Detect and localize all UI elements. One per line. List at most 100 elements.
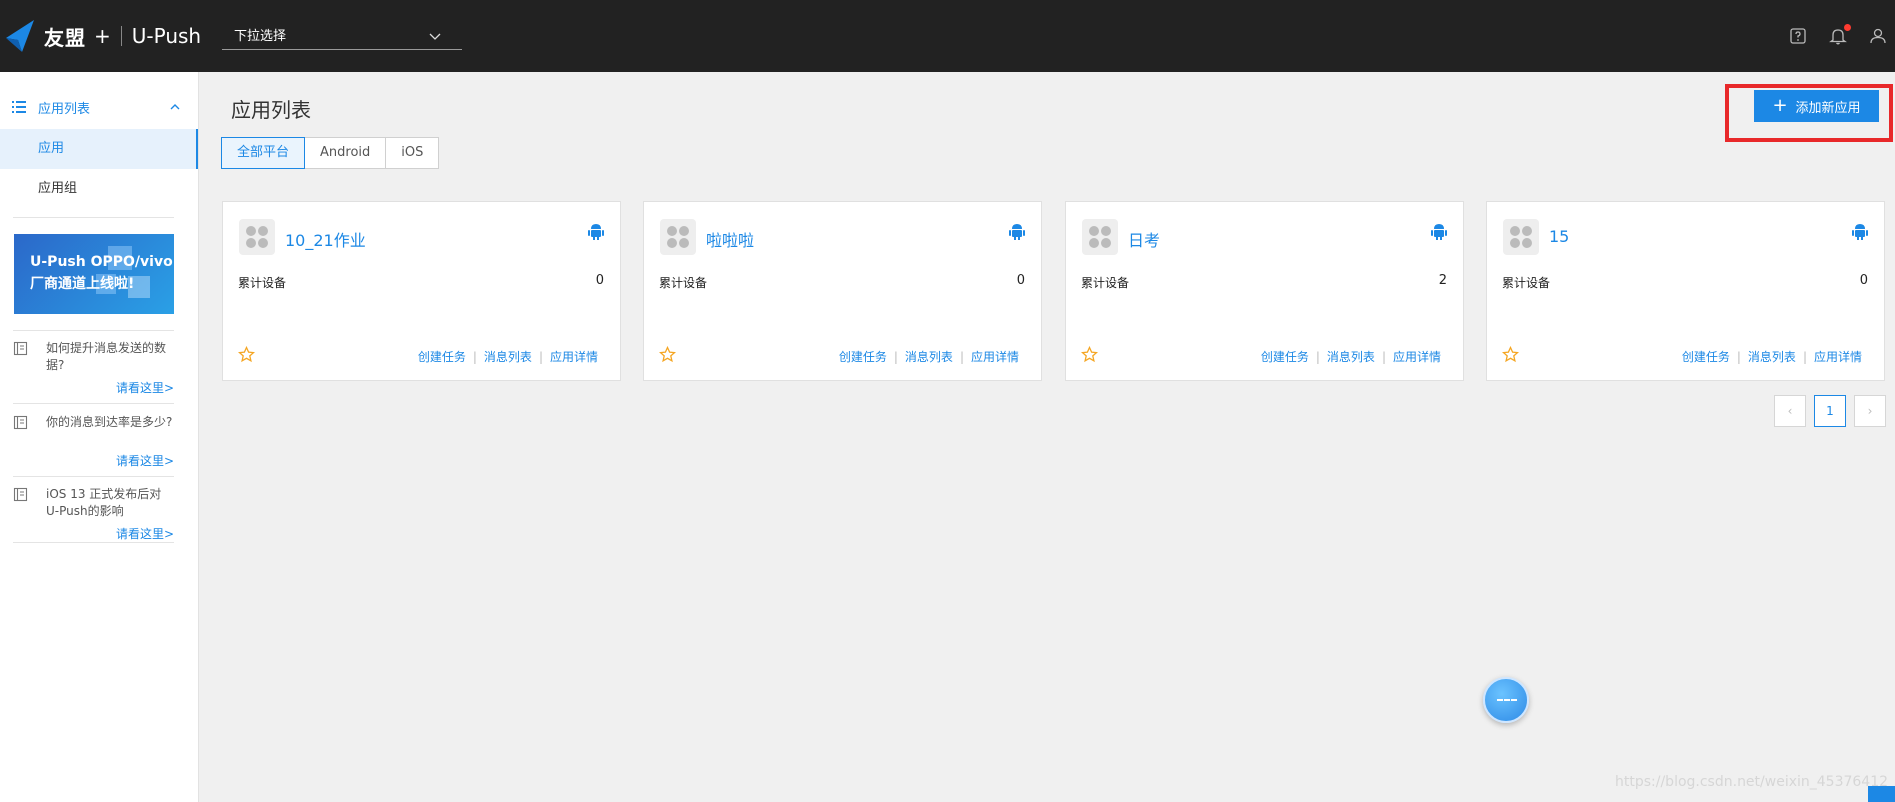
message-list-link[interactable]: 消息列表 bbox=[1327, 348, 1375, 365]
user-icon bbox=[1870, 28, 1886, 44]
promo-banner[interactable]: U-Push OPPO/vivo 厂商通道上线啦! bbox=[14, 234, 174, 314]
device-count-label: 累计设备 bbox=[1081, 276, 1130, 290]
android-icon bbox=[1009, 224, 1025, 240]
watermark-text: https://blog.csdn.net/weixin_45376412 bbox=[1615, 774, 1889, 790]
tip-link[interactable]: 请看这里> bbox=[116, 525, 174, 542]
link-separator: | bbox=[1381, 349, 1386, 364]
device-count-label: 累计设备 bbox=[659, 276, 708, 290]
sidebar-item-apps[interactable]: 应用 bbox=[0, 129, 198, 169]
help-button[interactable] bbox=[1788, 26, 1808, 46]
app-name-link[interactable]: 10_21作业 bbox=[285, 227, 366, 251]
tip-link[interactable]: 请看这里> bbox=[116, 452, 174, 469]
tab-all-platforms[interactable]: 全部平台 bbox=[221, 137, 306, 169]
help-tip-item: iOS 13 正式发布后对U-Push的影响 请看这里> bbox=[13, 486, 174, 548]
create-task-link[interactable]: 创建任务 bbox=[418, 348, 466, 365]
book-icon bbox=[13, 487, 28, 502]
tip-text: iOS 13 正式发布后对U-Push的影响 bbox=[46, 487, 162, 518]
app-details-link[interactable]: 应用详情 bbox=[971, 348, 1019, 365]
app-select-dropdown[interactable]: 下拉选择 bbox=[222, 26, 462, 50]
platform-filter-tabs: 全部平台 Android iOS bbox=[221, 137, 440, 169]
message-list-link[interactable]: 消息列表 bbox=[484, 348, 532, 365]
chevron-up-icon bbox=[170, 104, 180, 110]
app-placeholder-icon bbox=[1082, 219, 1118, 255]
tab-android[interactable]: Android bbox=[304, 137, 387, 169]
pagination-prev-button[interactable]: ‹ bbox=[1774, 395, 1806, 427]
device-count-label: 累计设备 bbox=[238, 276, 287, 290]
device-count-value: 0 bbox=[1016, 273, 1025, 288]
star-favorite-icon[interactable] bbox=[1502, 346, 1519, 363]
app-actions: 创建任务 | 消息列表 | 应用详情 bbox=[418, 348, 598, 365]
help-tip-item: 你的消息到达率是多少? 请看这里> bbox=[13, 414, 174, 476]
tab-ios[interactable]: iOS bbox=[385, 137, 440, 169]
device-count-label: 累计设备 bbox=[1502, 276, 1551, 290]
page-title: 应用列表 bbox=[231, 98, 311, 122]
link-separator: | bbox=[1802, 349, 1807, 364]
umeng-bird-icon bbox=[6, 20, 34, 52]
app-card: 10_21作业 累计设备 0 创建任务 | 消息列表 | 应用详情 bbox=[222, 201, 621, 381]
device-count-value: 2 bbox=[1438, 273, 1447, 288]
star-favorite-icon[interactable] bbox=[659, 346, 676, 363]
link-separator: | bbox=[1736, 349, 1741, 364]
message-list-link[interactable]: 消息列表 bbox=[905, 348, 953, 365]
device-count-value: 0 bbox=[595, 273, 604, 288]
app-name-link[interactable]: 日考 bbox=[1128, 227, 1160, 251]
app-name-link[interactable]: 啦啦啦 bbox=[706, 227, 754, 251]
app-placeholder-icon bbox=[239, 219, 275, 255]
app-name-link[interactable]: 15 bbox=[1549, 227, 1569, 246]
app-details-link[interactable]: 应用详情 bbox=[1393, 348, 1441, 365]
corner-feedback-tab[interactable] bbox=[1868, 786, 1895, 802]
sidebar-divider bbox=[13, 542, 174, 543]
notification-badge bbox=[1844, 24, 1851, 31]
message-list-link[interactable]: 消息列表 bbox=[1748, 348, 1796, 365]
tip-text: 你的消息到达率是多少? bbox=[46, 415, 173, 429]
logo-divider bbox=[120, 26, 122, 46]
umeng-logo[interactable]: 友盟 + U-Push bbox=[4, 18, 201, 54]
sidebar-item-app-groups[interactable]: 应用组 bbox=[0, 169, 198, 209]
pagination-next-button[interactable]: › bbox=[1854, 395, 1886, 427]
sidebar-group-label: 应用列表 bbox=[38, 101, 91, 117]
app-actions: 创建任务 | 消息列表 | 应用详情 bbox=[1682, 348, 1862, 365]
product-name: U-Push bbox=[131, 24, 202, 48]
create-task-link[interactable]: 创建任务 bbox=[1261, 348, 1309, 365]
star-favorite-icon[interactable] bbox=[1081, 346, 1098, 363]
app-details-link[interactable]: 应用详情 bbox=[1814, 348, 1862, 365]
floating-assistant-button[interactable] bbox=[1483, 677, 1529, 723]
app-card: 日考 累计设备 2 创建任务 | 消息列表 | 应用详情 bbox=[1065, 201, 1464, 381]
device-count-value: 0 bbox=[1859, 273, 1868, 288]
app-card: 15 累计设备 0 创建任务 | 消息列表 | 应用详情 bbox=[1486, 201, 1885, 381]
link-separator: | bbox=[538, 349, 543, 364]
pagination-page-1[interactable]: 1 bbox=[1814, 395, 1846, 427]
notification-button[interactable] bbox=[1828, 24, 1851, 46]
sidebar-divider bbox=[13, 330, 174, 331]
plus-icon: + bbox=[1772, 95, 1788, 116]
android-icon bbox=[1852, 224, 1868, 240]
sidebar: 应用列表 应用 应用组 U-Push OPPO/vivo 厂商通道上线啦! 如何… bbox=[0, 72, 199, 802]
app-details-link[interactable]: 应用详情 bbox=[550, 348, 598, 365]
help-icon bbox=[1790, 28, 1806, 44]
add-new-app-button[interactable]: + 添加新应用 bbox=[1754, 90, 1879, 122]
link-separator: | bbox=[893, 349, 898, 364]
android-icon bbox=[1431, 224, 1447, 240]
app-placeholder-icon bbox=[1503, 219, 1539, 255]
banner-line-1: U-Push OPPO/vivo bbox=[30, 254, 173, 270]
link-separator: | bbox=[959, 349, 964, 364]
assistant-dash-icon bbox=[1497, 699, 1517, 701]
brand-plus: + bbox=[94, 24, 111, 48]
user-menu-button[interactable] bbox=[1868, 26, 1888, 46]
star-favorite-icon[interactable] bbox=[238, 346, 255, 363]
sidebar-divider bbox=[13, 403, 174, 404]
book-icon bbox=[13, 341, 28, 356]
create-task-link[interactable]: 创建任务 bbox=[1682, 348, 1730, 365]
tip-link[interactable]: 请看这里> bbox=[116, 379, 174, 396]
top-bar: 友盟 + U-Push 下拉选择 bbox=[0, 0, 1895, 72]
create-task-link[interactable]: 创建任务 bbox=[839, 348, 887, 365]
app-actions: 创建任务 | 消息列表 | 应用详情 bbox=[1261, 348, 1441, 365]
app-actions: 创建任务 | 消息列表 | 应用详情 bbox=[839, 348, 1019, 365]
help-tip-item: 如何提升消息发送的数据? 请看这里> bbox=[13, 340, 174, 402]
app-placeholder-icon bbox=[660, 219, 696, 255]
tip-text: 如何提升消息发送的数据? bbox=[46, 341, 167, 372]
sidebar-divider bbox=[13, 476, 174, 477]
sidebar-item-label: 应用组 bbox=[38, 181, 78, 196]
banner-line-2: 厂商通道上线啦! bbox=[30, 276, 135, 292]
sidebar-group-app-list[interactable]: 应用列表 bbox=[0, 92, 198, 122]
